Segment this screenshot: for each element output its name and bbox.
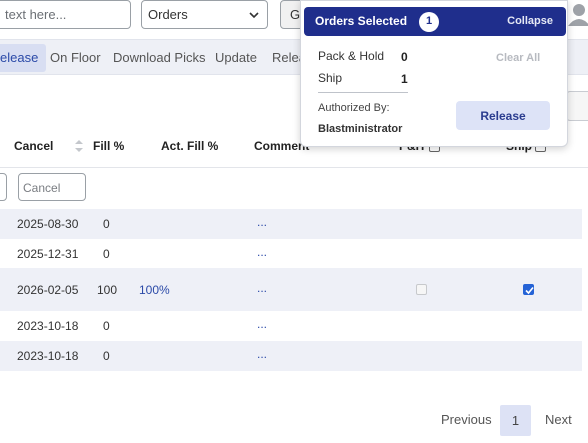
tab-release[interactable]: elease xyxy=(0,44,47,72)
collapse-button[interactable]: Collapse xyxy=(507,15,553,27)
col-fill-pct[interactable]: Fill % xyxy=(93,139,124,153)
popover-header: Orders Selected 1 Collapse xyxy=(304,7,566,36)
cell-fill: 0 xyxy=(103,319,110,333)
tab-download-picks-label: Download Picks xyxy=(113,50,206,65)
tab-on-floor[interactable]: On Floor xyxy=(42,44,109,72)
table-row[interactable]: 2023-10-18 0 ... xyxy=(0,341,582,371)
orders-select-value: Orders xyxy=(148,7,188,22)
clear-all-button[interactable]: Clear All xyxy=(496,52,540,64)
table-row[interactable]: 2025-08-30 0 ... xyxy=(0,209,582,239)
release-button[interactable]: Release xyxy=(456,101,550,130)
authorized-by-label: Authorized By: xyxy=(318,102,390,114)
go-button-label: G xyxy=(290,7,301,22)
cell-comment-link[interactable]: ... xyxy=(257,347,267,361)
col-act-fill-pct[interactable]: Act. Fill % xyxy=(161,139,218,153)
pagination-page-1[interactable]: 1 xyxy=(500,405,531,436)
ship-value: 1 xyxy=(401,72,408,86)
chevron-down-icon xyxy=(249,12,259,19)
orders-selected-popover: Orders Selected 1 Collapse Pack & Hold 0… xyxy=(300,0,568,147)
ship-row-checkbox-checked[interactable] xyxy=(523,284,534,295)
pack-hold-label: Pack & Hold xyxy=(318,49,385,63)
cancel-filter-input[interactable]: Cancel xyxy=(18,173,86,201)
filter-row: Cancel xyxy=(0,168,588,208)
popover-divider xyxy=(318,92,408,93)
tab-update[interactable]: Update xyxy=(207,44,265,72)
cancel-filter-placeholder: Cancel xyxy=(23,181,61,195)
cell-comment-link[interactable]: ... xyxy=(257,215,267,229)
cell-fill: 0 xyxy=(103,349,110,363)
sort-arrows-icon[interactable] xyxy=(75,140,83,152)
ph-row-checkbox-disabled xyxy=(416,284,427,295)
table-row[interactable]: 2023-10-18 0 ... xyxy=(0,311,582,341)
cell-fill: 100 xyxy=(97,283,118,297)
tab-download-picks[interactable]: Download Picks xyxy=(105,44,214,72)
cell-cancel: 2025-12-31 xyxy=(17,247,79,261)
popover-title: Orders Selected xyxy=(315,14,408,28)
prev-column-filter-input[interactable] xyxy=(0,173,7,201)
pack-hold-value: 0 xyxy=(401,50,408,64)
pagination-next[interactable]: Next xyxy=(545,412,572,427)
table-row[interactable]: 2026-02-05 100 100% ... xyxy=(0,268,582,311)
cell-fill: 0 xyxy=(103,247,110,261)
user-avatar-icon[interactable] xyxy=(568,2,588,26)
cell-comment-link[interactable]: ... xyxy=(257,245,267,259)
tab-release-label: elease xyxy=(0,50,39,65)
authorized-by-name: Blastministrator xyxy=(318,123,403,135)
toolbar-button[interactable] xyxy=(566,91,588,121)
cell-comment-link[interactable]: ... xyxy=(257,317,267,331)
tab-update-label: Update xyxy=(215,50,257,65)
cell-cancel: 2025-08-30 xyxy=(17,217,79,231)
cell-act-fill: 100% xyxy=(139,283,170,297)
search-placeholder: text here... xyxy=(5,7,67,22)
cell-comment-link[interactable]: ... xyxy=(257,281,267,295)
table-row[interactable]: 2025-12-31 0 ... xyxy=(0,239,582,268)
orders-select[interactable]: Orders xyxy=(141,0,268,29)
cell-cancel: 2026-02-05 xyxy=(17,283,79,297)
cell-fill: 0 xyxy=(103,217,110,231)
ship-label: Ship xyxy=(318,71,343,85)
checkmark-icon xyxy=(525,286,534,295)
pagination-previous[interactable]: Previous xyxy=(441,412,492,427)
cell-cancel: 2023-10-18 xyxy=(17,319,79,333)
cell-cancel: 2023-10-18 xyxy=(17,349,79,363)
selected-count-badge: 1 xyxy=(419,12,439,32)
tab-on-floor-label: On Floor xyxy=(50,50,101,65)
search-input[interactable]: text here... xyxy=(0,0,131,29)
col-cancel[interactable]: Cancel xyxy=(14,139,53,153)
